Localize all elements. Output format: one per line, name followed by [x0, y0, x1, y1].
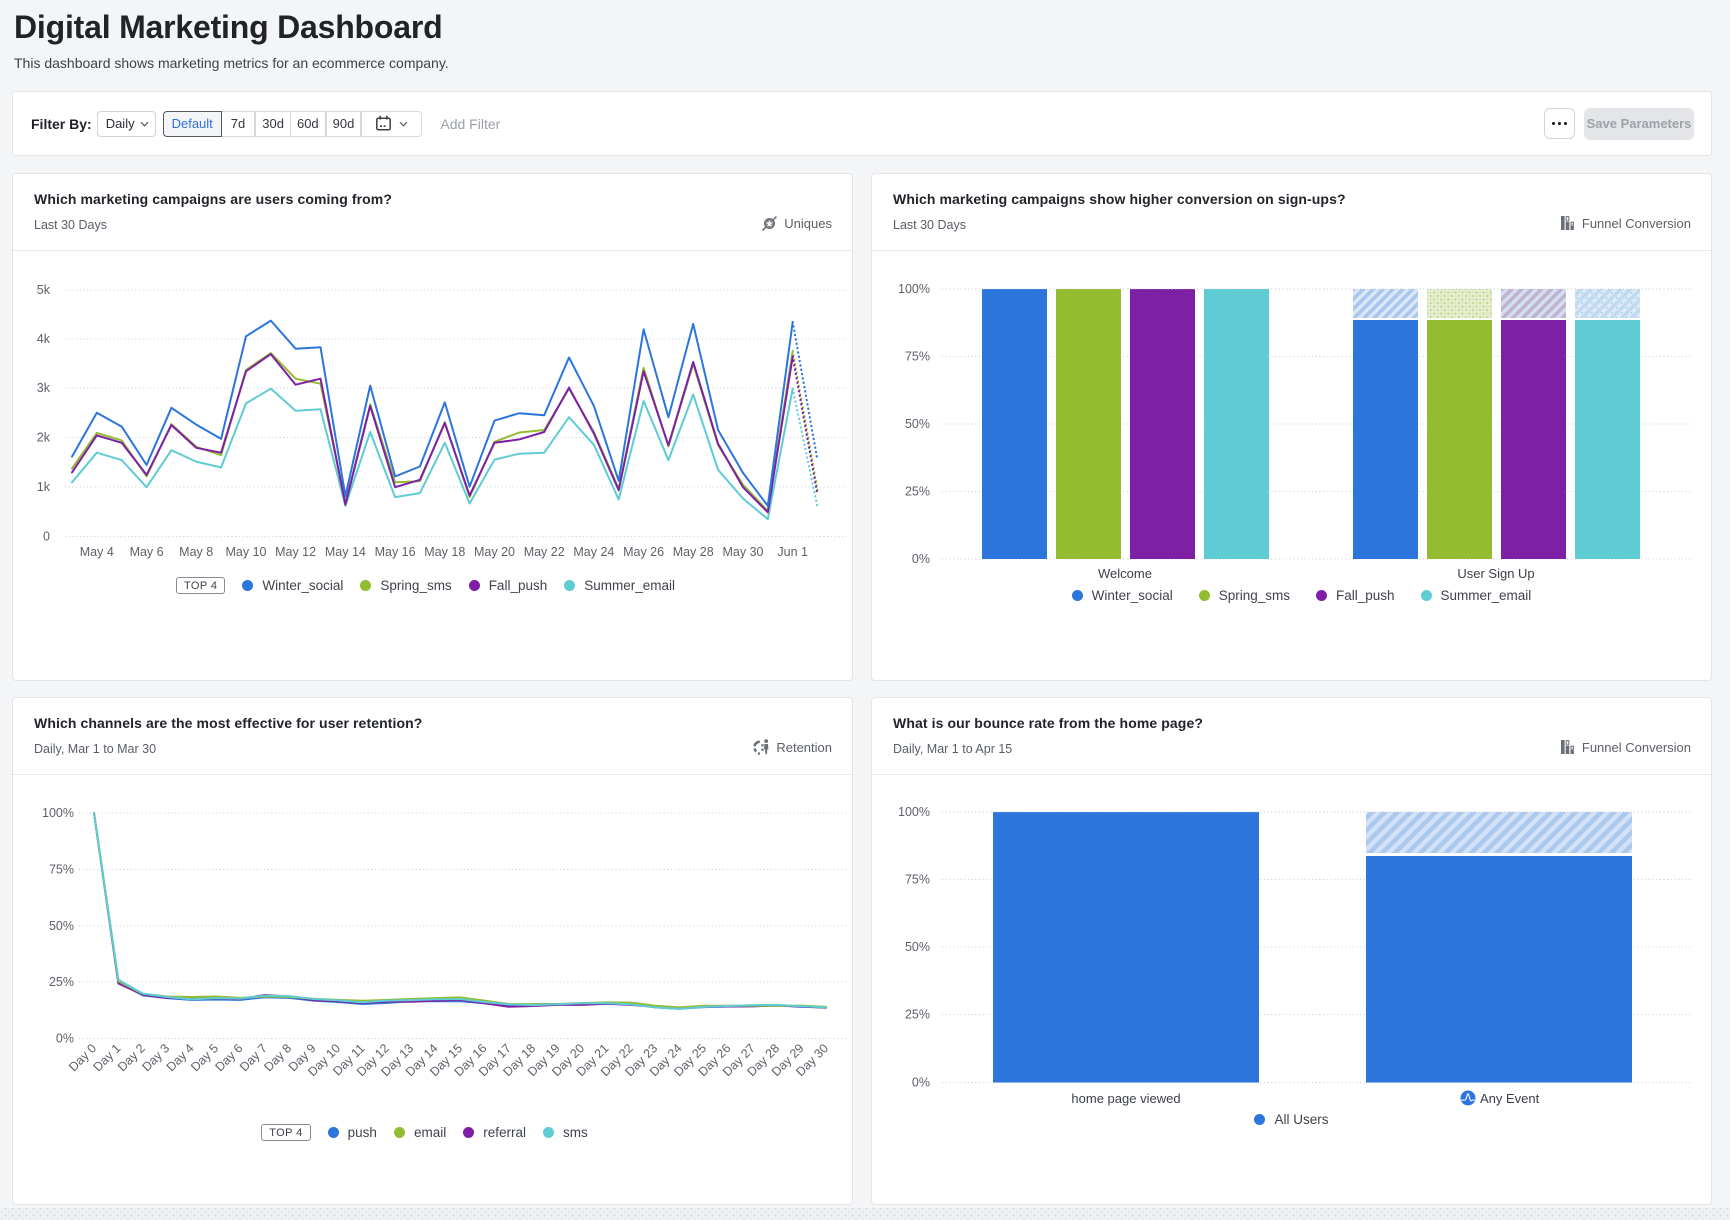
svg-text:1k: 1k: [37, 480, 51, 494]
svg-text:May 30: May 30: [723, 545, 764, 559]
svg-text:100%: 100%: [898, 805, 930, 819]
svg-text:50%: 50%: [905, 417, 930, 431]
svg-text:May 28: May 28: [673, 545, 714, 559]
svg-text:0%: 0%: [56, 1032, 74, 1046]
svg-text:May 12: May 12: [275, 545, 316, 559]
svg-text:May 18: May 18: [424, 545, 465, 559]
svg-text:100%: 100%: [42, 806, 74, 820]
svg-text:Any Event: Any Event: [1480, 1091, 1540, 1106]
svg-text:0: 0: [43, 530, 50, 544]
svg-text:May 4: May 4: [80, 545, 114, 559]
svg-text:Jun 1: Jun 1: [777, 545, 808, 559]
svg-text:May 14: May 14: [325, 545, 366, 559]
svg-text:75%: 75%: [905, 873, 930, 887]
svg-text:75%: 75%: [49, 863, 74, 877]
svg-text:50%: 50%: [905, 940, 930, 954]
svg-text:Welcome: Welcome: [1098, 566, 1152, 581]
svg-text:0%: 0%: [912, 552, 930, 566]
svg-text:2k: 2k: [37, 431, 51, 445]
svg-text:May 26: May 26: [623, 545, 664, 559]
svg-text:May 24: May 24: [573, 545, 614, 559]
svg-text:May 16: May 16: [375, 545, 416, 559]
svg-text:25%: 25%: [905, 485, 930, 499]
svg-text:5k: 5k: [37, 283, 51, 297]
svg-text:25%: 25%: [905, 1008, 930, 1022]
svg-text:100%: 100%: [898, 282, 930, 296]
svg-text:50%: 50%: [49, 919, 74, 933]
svg-text:0%: 0%: [912, 1076, 930, 1090]
svg-text:May 6: May 6: [130, 545, 164, 559]
svg-text:User Sign Up: User Sign Up: [1457, 566, 1534, 581]
svg-text:75%: 75%: [905, 350, 930, 364]
svg-text:May 10: May 10: [226, 545, 267, 559]
svg-text:4k: 4k: [37, 332, 51, 346]
svg-text:25%: 25%: [49, 975, 74, 989]
svg-text:May 8: May 8: [179, 545, 213, 559]
svg-text:3k: 3k: [37, 381, 51, 395]
svg-text:May 22: May 22: [524, 545, 565, 559]
svg-text:May 20: May 20: [474, 545, 515, 559]
svg-text:home page viewed: home page viewed: [1071, 1091, 1180, 1106]
